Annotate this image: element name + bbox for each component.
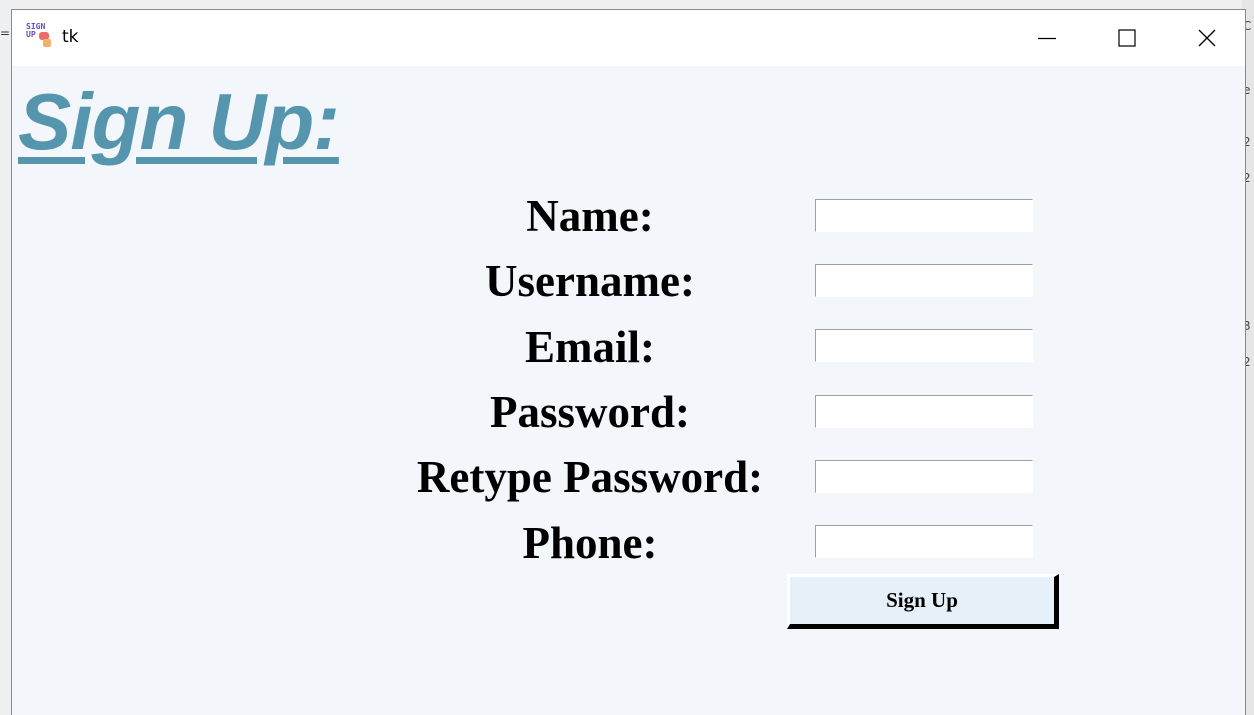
sign-up-button-label: Sign Up — [886, 588, 958, 612]
form-panel: Sign Up: Name: Username: Email: Password… — [12, 66, 1245, 715]
title-bar[interactable]: SIGN UP tk — [12, 10, 1245, 66]
minimize-icon — [1038, 37, 1056, 40]
app-icon-text: UP — [26, 30, 36, 39]
close-icon — [1198, 29, 1216, 47]
background-text: = — [0, 26, 11, 40]
maximize-button[interactable] — [1087, 10, 1167, 66]
app-window: SIGN UP tk Sign Up: Name: Username: Emai… — [11, 9, 1246, 715]
app-icon-shape — [43, 39, 51, 47]
username-label: Username: — [485, 256, 695, 306]
name-input[interactable] — [815, 199, 1033, 232]
email-input[interactable] — [815, 329, 1033, 362]
minimize-button[interactable] — [1007, 10, 1087, 66]
app-icon: SIGN UP — [26, 23, 56, 51]
desktop: = C e 2 2 3 2 SIGN UP tk Sign Up: Name: … — [0, 0, 1254, 715]
password-label: Password: — [490, 387, 690, 437]
close-button[interactable] — [1167, 10, 1247, 66]
username-input[interactable] — [815, 264, 1033, 297]
email-label: Email: — [525, 322, 655, 372]
phone-input[interactable] — [815, 525, 1033, 558]
password-input[interactable] — [815, 395, 1033, 428]
sign-up-button[interactable]: Sign Up — [787, 574, 1059, 629]
page-title: Sign Up: — [18, 77, 340, 166]
maximize-icon — [1118, 29, 1136, 47]
retype-password-label: Retype Password: — [416, 452, 764, 502]
window-title: tk — [62, 27, 79, 47]
retype-password-input[interactable] — [815, 460, 1033, 493]
name-label: Name: — [526, 191, 654, 241]
phone-label: Phone: — [522, 518, 658, 568]
